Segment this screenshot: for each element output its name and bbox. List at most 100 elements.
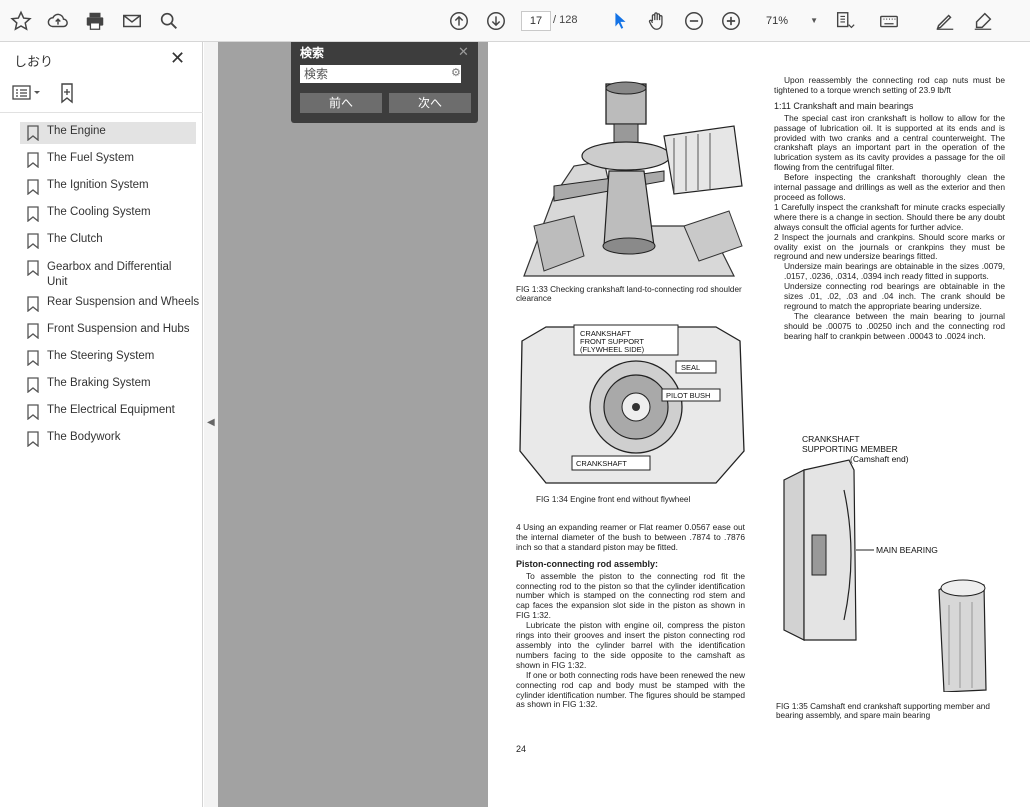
paragraph: 2 Inspect the journals and crankpins. Sh… (774, 231, 1005, 262)
bookmark-label: Rear Suspension and Wheels (47, 296, 200, 308)
bookmark-item[interactable]: Rear Suspension and Wheels (20, 293, 200, 315)
bookmark-icon (26, 323, 40, 340)
bookmark-label: The Cooling System (47, 206, 151, 218)
close-icon[interactable]: ✕ (170, 48, 185, 69)
toolbar: 17 / 128 71% ▼ (0, 0, 1030, 42)
paragraph: 1 Carefully inspect the crankshaft for m… (774, 201, 1005, 232)
select-arrow-icon[interactable] (607, 8, 633, 34)
search-panel: 検索 ✕ 検索 ⚙ 前へ 次へ (291, 42, 478, 123)
zoom-level-value: 71% (766, 15, 789, 27)
bookmark-label: The Bodywork (47, 431, 121, 443)
keyboard-icon[interactable] (876, 8, 902, 34)
star-icon[interactable] (8, 8, 34, 34)
fig-1-33-caption: FIG 1:33 Checking crankshaft land-to-con… (516, 285, 742, 303)
bookmark-label: The Clutch (47, 233, 103, 245)
bookmark-label: Gearbox and Differential Unit (47, 261, 172, 288)
options-menu-icon[interactable] (12, 84, 42, 107)
search-input[interactable]: 検索 (300, 65, 461, 83)
bookmark-item[interactable]: The Electrical Equipment (20, 401, 196, 423)
page-down-icon[interactable] (483, 8, 509, 34)
bookmark-item[interactable]: The Clutch (20, 230, 196, 252)
bookmark-item[interactable]: The Fuel System (20, 149, 196, 171)
panel-collapse-bar[interactable]: ◀ (204, 42, 218, 807)
bookmark-icon (26, 206, 40, 223)
bookmark-label: The Engine (47, 125, 106, 137)
paragraph: If one or both connecting rods have been… (516, 669, 745, 710)
mail-icon[interactable] (119, 8, 145, 34)
next-result-button[interactable]: 次へ (389, 93, 471, 113)
page-up-icon[interactable] (446, 8, 472, 34)
pdf-page: FIG 1:33 Checking crankshaft land-to-con… (488, 42, 1030, 807)
search-panel-title: 検索 (300, 46, 325, 60)
zoom-in-icon[interactable] (718, 8, 744, 34)
paragraph: The special cast iron crankshaft is holl… (774, 112, 1005, 173)
fig-1-34-illustration: CRANKSHAFT FRONT SUPPORT (FLYWHEEL SIDE)… (516, 321, 746, 486)
pen-icon[interactable] (932, 8, 958, 34)
bookmark-item[interactable]: Gearbox and Differential Unit (20, 257, 196, 291)
svg-text:PILOT BUSH: PILOT BUSH (666, 391, 710, 400)
chevron-left-icon[interactable]: ◀ (207, 417, 215, 428)
fig-1-35-caption: FIG 1:35 Camshaft end crankshaft support… (776, 702, 990, 720)
right-column-text: Upon reassembly the connecting rod cap n… (774, 75, 1005, 342)
bookmark-add-icon[interactable] (58, 82, 78, 109)
bookmark-label: The Braking System (47, 377, 151, 389)
svg-text:(Camshaft end): (Camshaft end) (850, 454, 909, 464)
bookmark-item[interactable]: Front Suspension and Hubs (20, 320, 196, 342)
page-total: / 128 (553, 14, 578, 26)
bookmark-item[interactable]: The Engine (20, 122, 196, 144)
bookmark-icon (26, 350, 40, 367)
paragraph: Lubricate the piston with engine oil, co… (516, 620, 745, 670)
close-icon[interactable]: ✕ (458, 44, 469, 60)
left-column-text: 4 Using an expanding reamer or Flat ream… (516, 522, 745, 710)
paragraph: 4 Using an expanding reamer or Flat ream… (516, 522, 745, 552)
zoom-level-select[interactable]: 71% ▼ (760, 11, 822, 31)
svg-text:CRANKSHAFT: CRANKSHAFT (576, 459, 627, 468)
bookmark-icon (26, 125, 40, 142)
fig-1-34-caption: FIG 1:34 Engine front end without flywhe… (536, 495, 691, 504)
bookmark-icon (26, 296, 40, 313)
bookmark-label: The Electrical Equipment (47, 404, 175, 416)
bookmark-item[interactable]: The Steering System (20, 347, 196, 369)
bookmark-item[interactable]: The Braking System (20, 374, 196, 396)
section-heading: 1:11 Crankshaft and main bearings (774, 100, 914, 111)
sign-icon[interactable] (970, 8, 996, 34)
bookmarks-panel-title: しおり (14, 54, 54, 69)
fig-1-33-illustration (514, 76, 746, 286)
page-number: 24 (516, 744, 527, 754)
svg-text:MAIN BEARING: MAIN BEARING (876, 545, 938, 555)
section-heading: Piston-connecting rod assembly: (516, 558, 659, 569)
bookmarks-toolbar (12, 82, 192, 106)
bookmark-icon (26, 179, 40, 196)
fig-1-35-illustration: CRANKSHAFT SUPPORTING MEMBER (Camshaft e… (774, 430, 1004, 693)
document-background (218, 42, 488, 807)
svg-text:SEAL: SEAL (681, 363, 700, 372)
bookmark-item[interactable]: The Bodywork (20, 428, 196, 450)
bookmarks-panel: しおり ✕ The Engine The Fuel System The Ign… (0, 42, 203, 807)
bookmark-label: The Ignition System (47, 179, 149, 191)
page-fit-icon[interactable] (832, 8, 858, 34)
paragraph: Undersize main bearings are obtainable i… (784, 261, 1005, 282)
zoom-search-icon[interactable] (156, 8, 182, 34)
cloud-upload-icon[interactable] (45, 8, 71, 34)
gear-icon[interactable]: ⚙ (451, 66, 461, 79)
paragraph: The clearance between the main bearing t… (784, 310, 1005, 341)
paragraph: To assemble the piston to the connecting… (516, 570, 745, 621)
svg-text:CRANKSHAFT: CRANKSHAFT (802, 434, 860, 444)
bookmark-label: Front Suspension and Hubs (47, 323, 190, 335)
svg-text:(FLYWHEEL SIDE): (FLYWHEEL SIDE) (580, 345, 645, 354)
bookmark-item[interactable]: The Cooling System (20, 203, 196, 225)
previous-result-button[interactable]: 前へ (300, 93, 382, 113)
print-icon[interactable] (82, 8, 108, 34)
paragraph: Before inspecting the crankshaft thoroug… (774, 172, 1005, 202)
bookmark-icon (26, 260, 40, 277)
zoom-out-icon[interactable] (681, 8, 707, 34)
bookmark-item[interactable]: The Ignition System (20, 176, 196, 198)
bookmark-icon (26, 377, 40, 394)
bookmark-label: The Steering System (47, 350, 155, 362)
bookmark-icon (26, 152, 40, 169)
page-number-input[interactable]: 17 (521, 11, 551, 31)
bookmark-icon (26, 233, 40, 250)
paragraph: Upon reassembly the connecting rod cap n… (774, 75, 1005, 95)
bookmark-icon (26, 404, 40, 421)
hand-icon[interactable] (644, 8, 670, 34)
